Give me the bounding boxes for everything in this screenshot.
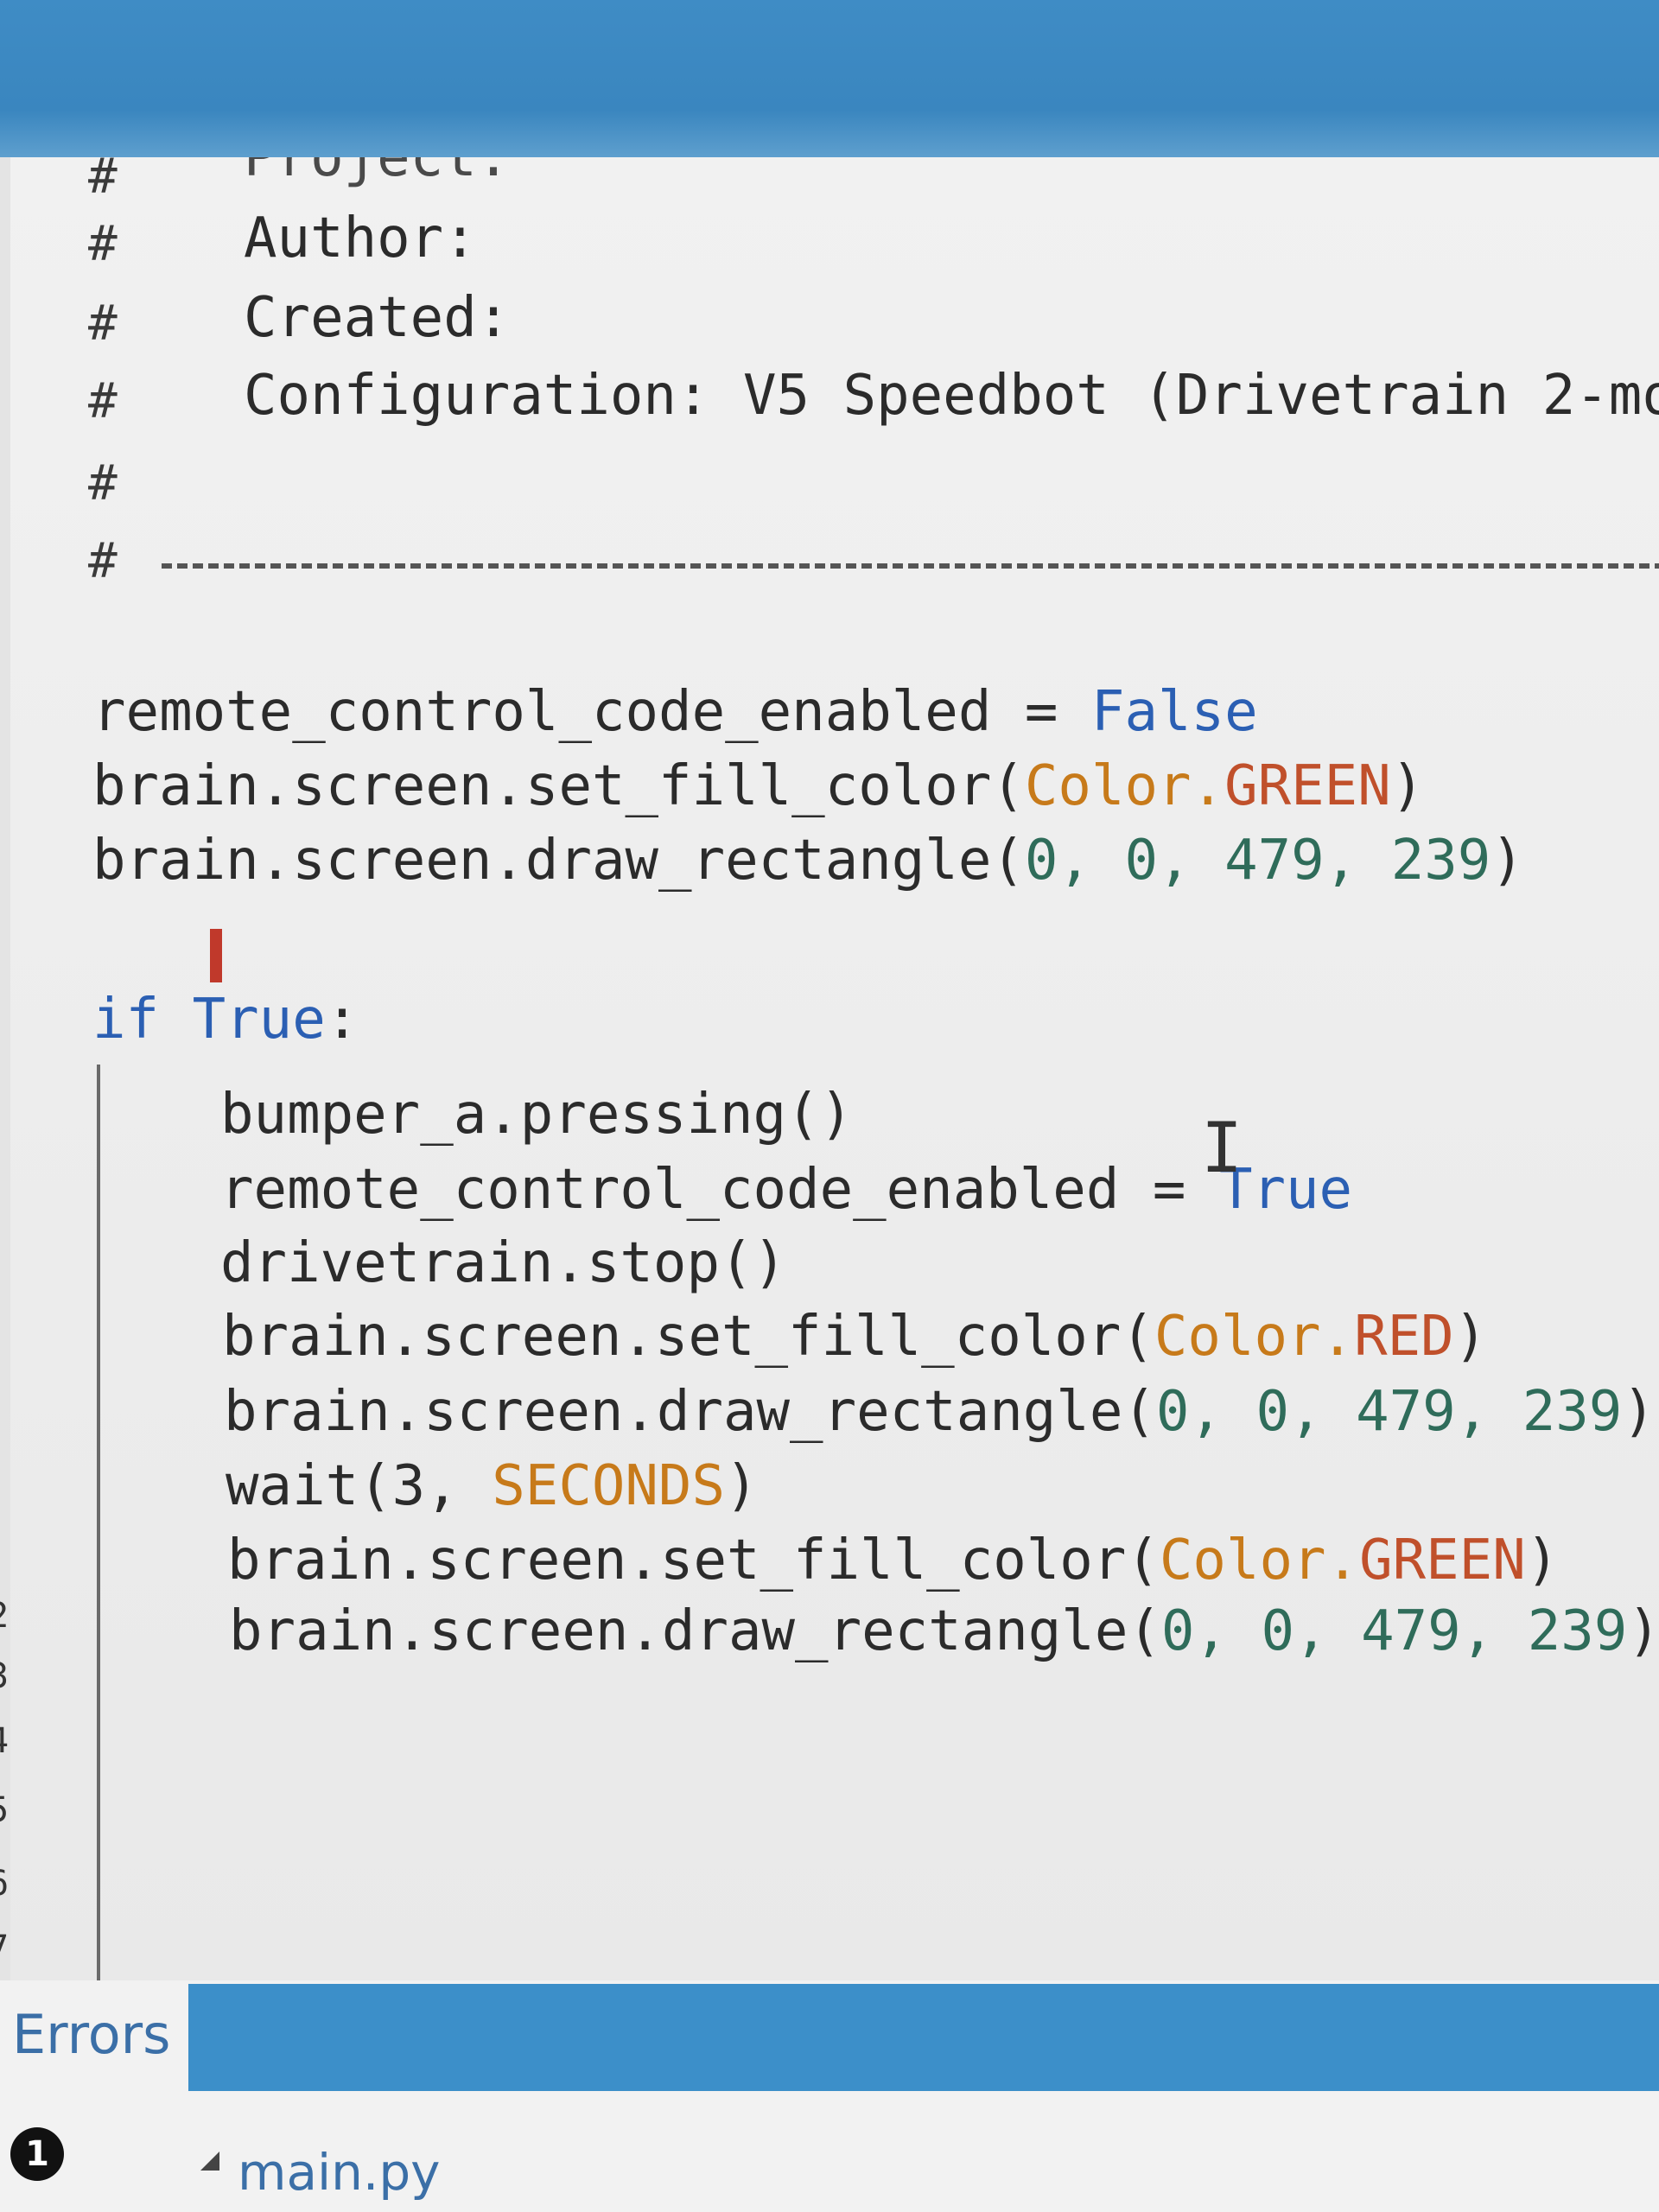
comment-created: Created: — [244, 286, 511, 350]
line-number-gutter: 2 3 4 5 6 7 — [0, 157, 10, 1980]
panel-tab-bar — [188, 1984, 1659, 2091]
code-line-draw-rectangle: brain.screen.draw_rectangle(0, 0, 479, 2… — [224, 1380, 1656, 1444]
top-toolbar — [0, 0, 1659, 157]
code-line-remote-control-false: remote_control_code_enabled = False — [92, 680, 1258, 744]
text-cursor — [210, 929, 222, 982]
code-line-remote-control-true: remote_control_code_enabled = True — [220, 1158, 1353, 1222]
code-line-set-fill-green: brain.screen.set_fill_color(Color.GREEN) — [92, 754, 1425, 818]
ibeam-cursor-icon: I — [1201, 1108, 1243, 1188]
code-line-set-fill-red: brain.screen.set_fill_color(Color.RED) — [222, 1305, 1488, 1369]
error-file-item[interactable]: main.py — [238, 2143, 441, 2202]
comment-project: Project: — [244, 157, 511, 189]
tab-errors[interactable]: Errors — [0, 1987, 188, 2091]
code-line-drivetrain-stop: drivetrain.stop() — [220, 1231, 787, 1295]
code-line-bumper-pressing: bumper_a.pressing() — [220, 1083, 854, 1147]
code-line-set-fill-green: brain.screen.set_fill_color(Color.GREEN) — [227, 1529, 1560, 1592]
comment-hash: # — [88, 296, 118, 352]
code-line-draw-rectangle: brain.screen.draw_rectangle(0, 0, 479, 2… — [92, 829, 1524, 893]
code-editor[interactable]: # Project: # Author: # Created: # Config… — [10, 157, 1659, 1980]
comment-hash: # — [88, 533, 118, 589]
collapse-arrow-icon[interactable] — [200, 2152, 219, 2171]
code-line-draw-rectangle: brain.screen.draw_rectangle(0, 0, 479, 2… — [229, 1599, 1659, 1663]
comment-hash: # — [88, 455, 118, 512]
comment-hash: # — [88, 216, 118, 272]
comment-hash: # — [88, 373, 118, 429]
comment-author: Author: — [244, 207, 477, 270]
indent-guide — [97, 1065, 100, 1980]
code-line-if-true: if True: — [92, 988, 359, 1052]
code-line-wait: wait(3, SECONDS) — [226, 1454, 759, 1518]
error-count-badge: 1 — [10, 2127, 64, 2181]
comment-configuration: Configuration: V5 Speedbot (Drivetrain 2… — [244, 364, 1659, 428]
comment-separator — [162, 563, 1659, 569]
comment-hash: # — [88, 157, 118, 205]
